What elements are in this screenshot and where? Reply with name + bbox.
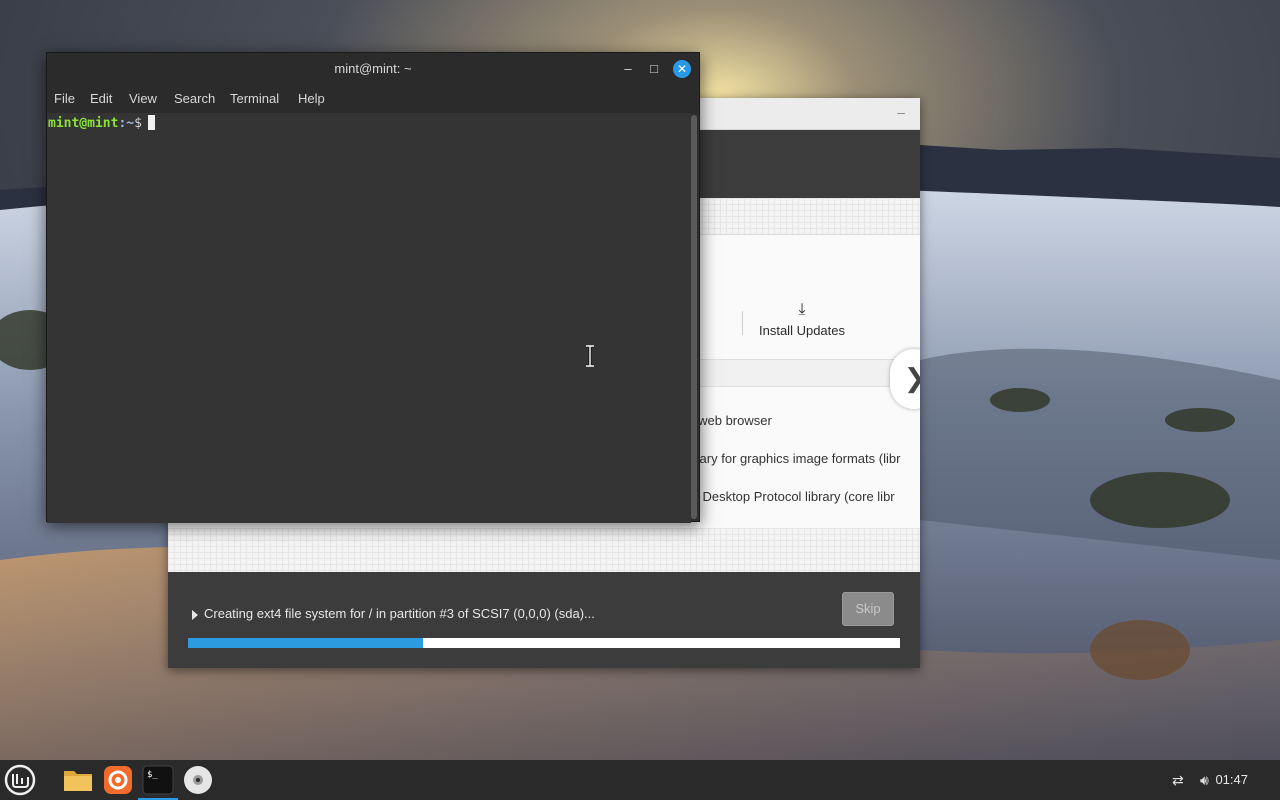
- svg-text:$_: $_: [147, 770, 158, 780]
- expand-arrow-icon[interactable]: [192, 609, 198, 620]
- install-status[interactable]: Creating ext4 file system for / in parti…: [192, 606, 595, 621]
- clock[interactable]: 01:47: [1215, 772, 1248, 787]
- menu-edit[interactable]: Edit: [90, 91, 112, 106]
- list-item: te Desktop Protocol library (core libr: [688, 489, 895, 504]
- disc-icon[interactable]: [178, 760, 218, 800]
- text-cursor: [147, 115, 155, 130]
- menu-file[interactable]: File: [54, 91, 75, 106]
- prompt-line: mint@mint:~$: [48, 115, 155, 131]
- install-updates-item: ⤓ Install Updates: [754, 301, 850, 338]
- terminal-console[interactable]: mint@mint:~$: [47, 113, 691, 523]
- install-progress-fill: [188, 638, 423, 648]
- menu-search[interactable]: Search: [174, 91, 215, 106]
- install-progress-panel: Creating ext4 file system for / in parti…: [168, 572, 920, 668]
- network-disconnected-icon[interactable]: ⇄: [1172, 772, 1190, 788]
- terminal-scrollbar[interactable]: [691, 115, 697, 519]
- firefox-icon[interactable]: [98, 760, 138, 800]
- window-title: mint@mint: ~: [334, 61, 412, 76]
- chevron-right-icon: ❯: [904, 363, 920, 393]
- install-updates-label: Install Updates: [759, 323, 845, 338]
- terminal-menubar: File Edit View Search Terminal Help: [47, 85, 699, 113]
- taskbar: $_ ⇄ 🔊︎ 01:47: [0, 760, 1280, 800]
- ibeam-cursor-icon: [586, 345, 594, 367]
- menu-view[interactable]: View: [129, 91, 157, 106]
- slide-search-bar: [688, 359, 920, 387]
- skip-button[interactable]: Skip: [842, 592, 894, 626]
- minimize-icon[interactable]: –: [892, 104, 910, 122]
- prompt-symbol: $: [134, 116, 142, 131]
- prompt-path: :~: [118, 116, 135, 131]
- minimize-icon[interactable]: –: [619, 60, 637, 78]
- menu-terminal[interactable]: Terminal: [230, 91, 279, 106]
- files-icon[interactable]: [58, 760, 98, 800]
- maximize-icon[interactable]: □: [645, 60, 663, 78]
- next-slide-button[interactable]: ❯: [890, 349, 920, 409]
- terminal-icon[interactable]: $_: [138, 760, 178, 800]
- terminal-titlebar[interactable]: mint@mint: ~ – □ ✕: [47, 53, 699, 85]
- slide-border-bottom: [168, 528, 920, 572]
- list-item: x web browser: [688, 413, 772, 428]
- slide-app-list: x web browser brary for graphics image f…: [688, 411, 920, 525]
- list-item: brary for graphics image formats (libr: [688, 451, 901, 466]
- install-status-text: Creating ext4 file system for / in parti…: [204, 606, 595, 621]
- prompt-user: mint@mint: [48, 116, 119, 131]
- download-icon: ⤓: [798, 301, 806, 318]
- install-progress-bar: [188, 638, 900, 648]
- close-icon[interactable]: ✕: [673, 60, 691, 78]
- toolbar-divider: [742, 311, 743, 335]
- menu-help[interactable]: Help: [298, 91, 325, 106]
- terminal-window[interactable]: mint@mint: ~ – □ ✕ File Edit View Search…: [46, 52, 700, 523]
- menu-icon[interactable]: [0, 760, 40, 800]
